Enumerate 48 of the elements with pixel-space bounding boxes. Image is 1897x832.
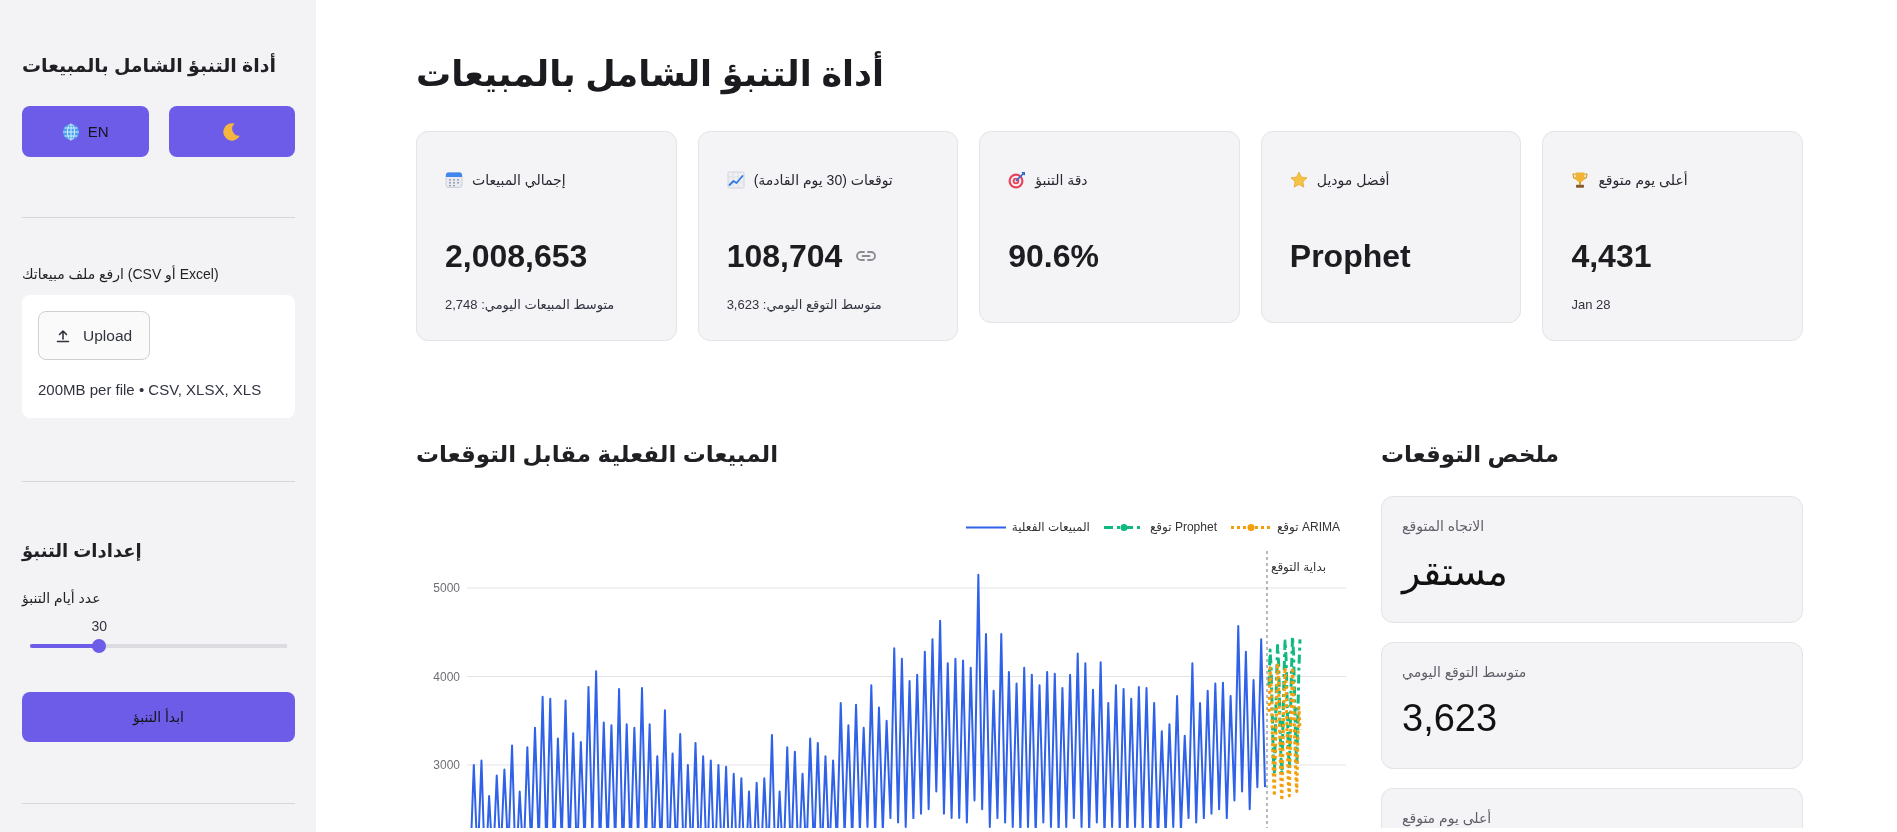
section-title: إعدادات التنبؤ: [22, 540, 143, 564]
section-title: المبيعات الفعلية مقابل التوقعات: [416, 440, 780, 470]
metric-value: Prophet: [1289, 237, 1411, 276]
metric-label: دقة التنبؤ: [1035, 171, 1088, 190]
metric-value: 90.6%: [1008, 237, 1099, 276]
globe-icon: [61, 122, 80, 141]
metric-value: 2,008,653: [445, 237, 588, 276]
metric-label: أفضل موديل: [1316, 170, 1390, 190]
upload-hint: 200MB per file • CSV, XLSX, XLS: [38, 380, 263, 400]
metric-label: أعلى يوم متوقع: [1598, 170, 1688, 190]
axis-tick-label: 5000: [433, 581, 460, 595]
summary-label: الاتجاه المتوقع: [1402, 517, 1486, 536]
sidebar-title: أداة التنبؤ الشامل بالمبيعات: [22, 52, 277, 79]
upload-icon: [56, 328, 70, 343]
annotation-label: بداية التوقع: [1271, 560, 1326, 574]
language-button[interactable]: EN: [22, 106, 149, 157]
summary-value: 3,623: [1402, 696, 1499, 741]
metric-caption: متوسط المبيعات اليومي: 2,748: [445, 296, 616, 314]
calendar-icon: [445, 171, 464, 189]
metric-value: 108,704: [726, 237, 843, 276]
axis-tick-label: 3000: [433, 758, 460, 772]
metric-caption: Jan 28: [1571, 296, 1612, 314]
start-button[interactable]: ابدأ التنبؤ: [22, 692, 295, 742]
metric-value: 4,431: [1571, 237, 1652, 276]
theme-button[interactable]: [168, 106, 295, 157]
summary-label: أعلى يوم متوقع: [1402, 808, 1493, 828]
metric-label: إجمالي المبيعات: [472, 171, 566, 190]
slider-thumb[interactable]: [92, 639, 107, 653]
moon-icon: [222, 122, 241, 141]
slider-label: عدد أيام التنبؤ: [22, 588, 102, 608]
upload-label: ارفع ملف مبيعاتك (CSV أو Excel): [22, 264, 220, 284]
section-title: ملخص التوقعات: [1381, 440, 1561, 470]
line-chart-icon: [726, 171, 745, 189]
legend-label: توقع ARIMA: [1277, 519, 1340, 535]
upload-panel[interactable]: Upload 200MB per file • CSV, XLSX, XLS: [22, 295, 295, 418]
star-icon: [1289, 171, 1308, 189]
legend-label: المبيعات الفعلية: [1011, 519, 1090, 535]
trophy-icon: [1571, 171, 1590, 189]
legend-label: توقع Prophet: [1149, 519, 1217, 535]
upload-button[interactable]: Upload: [38, 311, 151, 360]
slider-value: 30: [91, 617, 108, 636]
summary-label: متوسط التوقع اليومي: [1402, 663, 1528, 682]
metric-caption: متوسط التوقع اليومي: 3,623: [726, 296, 883, 314]
page-title: أداة التنبؤ الشامل بالمبيعات: [416, 44, 1803, 104]
axis-tick-label: 4000: [433, 669, 460, 684]
target-icon: [1008, 171, 1027, 189]
summary-value: مستقر: [1402, 550, 1509, 596]
metric-label: توقعات (30 يوم القادمة): [753, 171, 893, 190]
